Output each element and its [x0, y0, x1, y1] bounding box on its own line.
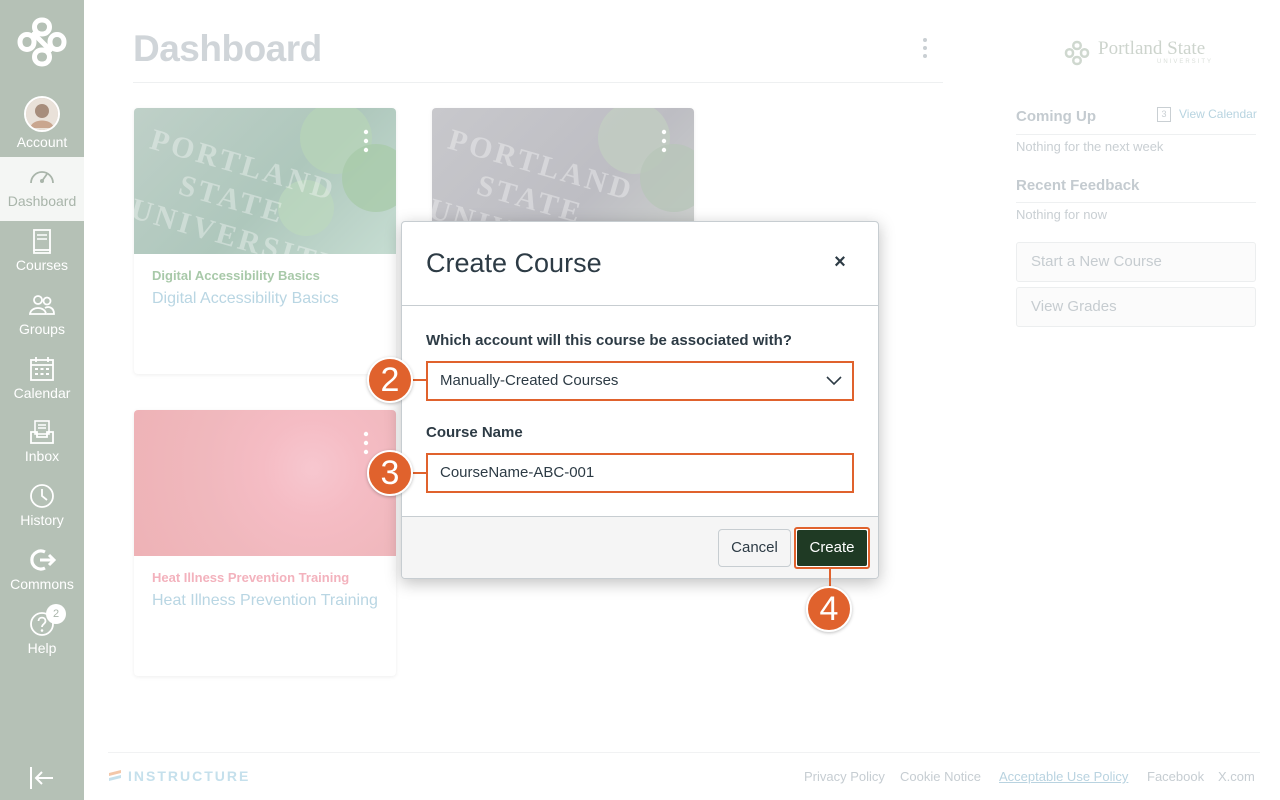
step-2-marker: 2: [367, 357, 413, 403]
step-2-connector: [411, 379, 427, 381]
dashboard-icon: [30, 171, 54, 184]
feedback-divider: [1016, 202, 1256, 203]
course-code[interactable]: Heat Illness Prevention Training: [152, 570, 349, 585]
nav-calendar[interactable]: Calendar: [0, 349, 84, 413]
course-card-image: PORTLAND STATE UNIVERSITY: [134, 108, 396, 284]
instructure-logo[interactable]: INSTRUCTURE: [108, 768, 250, 784]
instructure-mark-icon: [109, 770, 121, 781]
close-icon[interactable]: ×: [828, 250, 852, 274]
footer-divider: [108, 752, 1260, 753]
coming-up-empty-note: Nothing for the next week: [1016, 139, 1164, 154]
psu-brand-logo: Portland State UNIVERSITY: [1062, 36, 1222, 70]
instructure-label: INSTRUCTURE: [128, 768, 251, 784]
course-card[interactable]: PORTLAND STATE UNIVERSITY Digital Access…: [134, 108, 396, 374]
help-count-badge: 2: [46, 604, 66, 624]
calendar-icon: [30, 357, 54, 381]
view-calendar-label: View Calendar: [1179, 107, 1257, 121]
card-options-icon[interactable]: [358, 430, 374, 456]
nav-dashboard[interactable]: Dashboard: [0, 157, 84, 221]
nav-groups[interactable]: Groups: [0, 285, 84, 349]
create-button-label: Create: [797, 530, 867, 566]
step-3-connector: [411, 472, 427, 474]
courses-icon: [33, 229, 51, 254]
recent-feedback-heading: Recent Feedback: [1016, 177, 1140, 194]
facebook-link[interactable]: Facebook: [1147, 769, 1204, 784]
step-4-marker: 4: [806, 586, 852, 632]
nav-history-label: History: [20, 512, 64, 528]
cancel-button[interactable]: Cancel: [718, 529, 791, 567]
psu-logo-icon[interactable]: [12, 12, 72, 72]
groups-icon: [28, 295, 55, 315]
nav-groups-label: Groups: [19, 321, 65, 337]
card-options-icon[interactable]: [358, 128, 374, 154]
avatar: [24, 96, 60, 132]
view-calendar-link[interactable]: 3 View Calendar: [1157, 107, 1257, 123]
inbox-icon: [30, 420, 54, 444]
view-grades-button[interactable]: View Grades: [1016, 287, 1256, 327]
privacy-policy-link[interactable]: Privacy Policy: [804, 769, 885, 784]
collapse-nav-icon[interactable]: [28, 764, 56, 792]
psu-brand-name: Portland State: [1098, 38, 1206, 59]
coming-up-heading: Coming Up: [1016, 108, 1096, 125]
psu-mark-icon: [1064, 40, 1090, 66]
account-field-label: Which account will this course be associ…: [426, 332, 792, 349]
account-select-value: Manually-Created Courses: [440, 372, 619, 389]
chevron-down-icon: [826, 376, 842, 386]
page-title: Dashboard: [133, 28, 322, 69]
acceptable-use-policy-link[interactable]: Acceptable Use Policy: [999, 769, 1128, 784]
dialog-title: Create Course: [426, 248, 602, 278]
nav-commons-label: Commons: [10, 576, 74, 592]
course-name-label: Course Name: [426, 424, 523, 441]
nav-account[interactable]: Account: [0, 92, 84, 156]
calendar-small-icon: 3: [1157, 107, 1171, 123]
coming-up-divider: [1016, 134, 1256, 135]
step-3-marker: 3: [367, 450, 413, 496]
course-card-image: [134, 410, 396, 556]
create-button[interactable]: Create: [794, 527, 870, 569]
nav-commons[interactable]: Commons: [0, 540, 84, 604]
course-name[interactable]: Digital Accessibility Basics: [152, 290, 339, 308]
dialog-footer: Cancel Create: [402, 516, 878, 578]
create-course-dialog: Create Course × Which account will this …: [401, 221, 879, 579]
nav-inbox-label: Inbox: [24, 448, 60, 464]
header-divider: [133, 82, 943, 83]
nav-courses[interactable]: Courses: [0, 221, 84, 285]
account-select[interactable]: Manually-Created Courses: [426, 361, 854, 401]
nav-help[interactable]: 2 Help: [0, 604, 84, 668]
nav-dashboard-label: Dashboard: [7, 193, 77, 209]
dialog-header: Create Course ×: [402, 222, 878, 306]
nav-account-label: Account: [16, 134, 68, 150]
psu-brand-sub: UNIVERSITY: [1157, 59, 1214, 65]
feedback-empty-note: Nothing for now: [1016, 207, 1108, 222]
course-name[interactable]: Heat Illness Prevention Training: [152, 592, 378, 610]
nav-inbox[interactable]: Inbox: [0, 412, 84, 476]
global-navigation: Account Dashboard Courses Groups Calenda…: [0, 0, 84, 800]
cookie-notice-link[interactable]: Cookie Notice: [900, 769, 981, 784]
nav-calendar-label: Calendar: [13, 385, 71, 401]
history-icon: [30, 484, 54, 508]
course-name-input[interactable]: CourseName-ABC-001: [426, 453, 854, 493]
nav-history[interactable]: History: [0, 476, 84, 540]
nav-courses-label: Courses: [15, 257, 69, 273]
x-link[interactable]: X.com: [1218, 769, 1255, 784]
start-new-course-button[interactable]: Start a New Course: [1016, 242, 1256, 282]
commons-icon: [30, 549, 56, 571]
dashboard-options-icon[interactable]: [916, 36, 934, 60]
course-card[interactable]: Heat Illness Prevention Training Heat Il…: [134, 410, 396, 676]
course-code[interactable]: Digital Accessibility Basics: [152, 268, 320, 283]
nav-help-label: Help: [27, 640, 57, 656]
card-options-icon[interactable]: [656, 128, 672, 154]
